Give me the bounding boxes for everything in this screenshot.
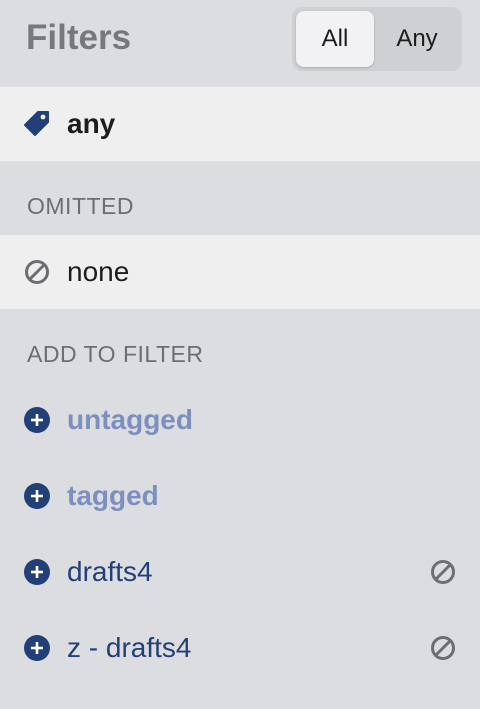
segment-any-button[interactable]: Any	[376, 11, 458, 67]
prohibit-icon[interactable]	[430, 635, 456, 661]
add-filter-row-label: drafts4	[67, 556, 153, 587]
page-title: Filters	[26, 18, 132, 57]
prohibit-icon	[24, 259, 50, 285]
filters-header: Filters All Any	[0, 0, 480, 78]
prohibit-icon[interactable]	[430, 559, 456, 585]
add-filter-row-untagged[interactable]: untagged	[0, 383, 480, 457]
plus-circle-icon	[24, 483, 50, 509]
segment-all-button[interactable]: All	[296, 11, 374, 67]
omitted-row-none[interactable]: none	[0, 235, 480, 309]
add-filter-row-label: z - drafts4	[67, 632, 192, 663]
plus-circle-icon	[24, 559, 50, 585]
add-filter-row-label: untagged	[67, 404, 193, 435]
filter-row-label: any	[67, 108, 116, 139]
match-mode-segmented-control: All Any	[292, 7, 462, 71]
omitted-row-label: none	[67, 256, 130, 287]
add-filter-row-tagged[interactable]: tagged	[0, 459, 480, 533]
omitted-section-heading: OMITTED	[27, 193, 134, 219]
add-filter-row-label: tagged	[67, 480, 159, 511]
add-to-filter-section-heading: ADD TO FILTER	[27, 341, 204, 367]
tag-icon	[24, 111, 50, 137]
add-filter-row-drafts4[interactable]: drafts4	[0, 535, 480, 609]
add-filter-row-z-drafts4[interactable]: z - drafts4	[0, 611, 480, 685]
filter-row-any[interactable]: any	[0, 87, 480, 161]
plus-circle-icon	[24, 407, 50, 433]
plus-circle-icon	[24, 635, 50, 661]
